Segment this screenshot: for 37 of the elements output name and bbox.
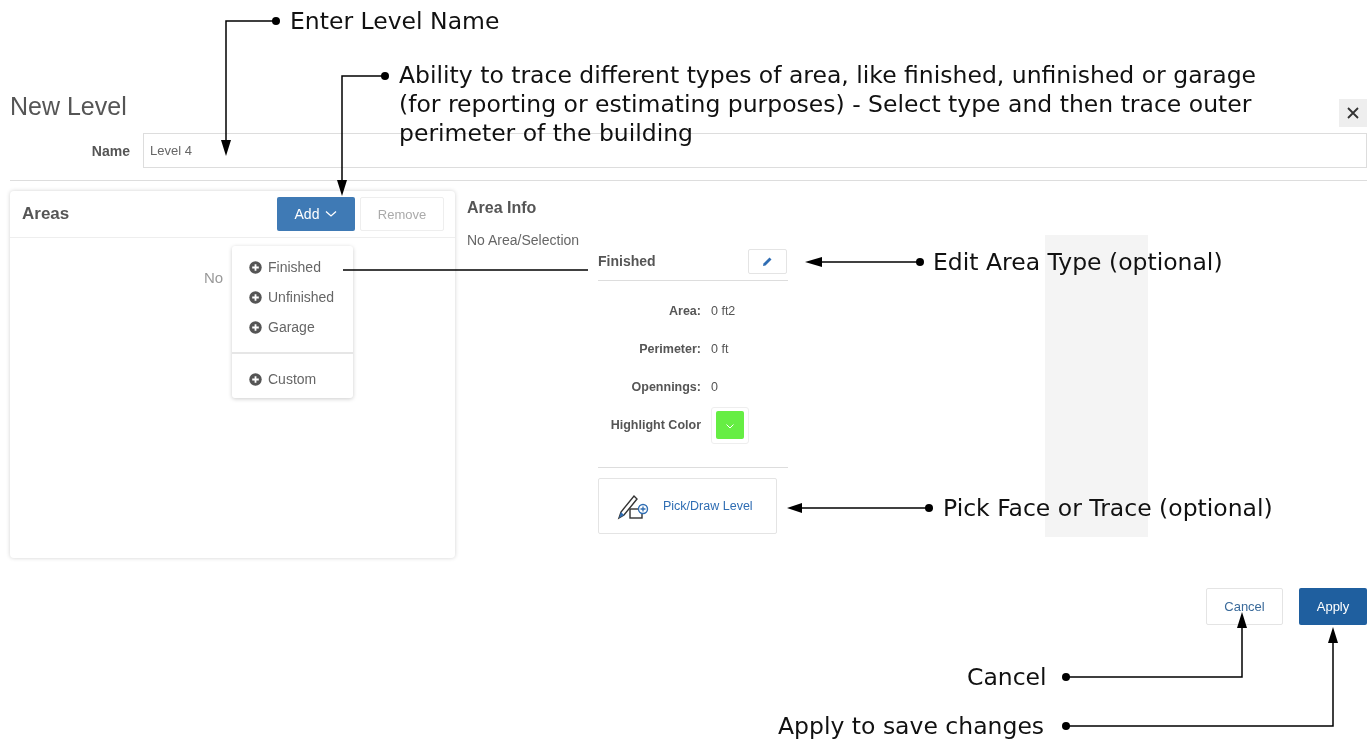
- plus-circle-icon: [249, 320, 262, 334]
- field-value: 0 ft2: [711, 304, 736, 318]
- add-button[interactable]: Add: [277, 197, 355, 231]
- annotation-text: Enter Level Name: [290, 7, 500, 36]
- pencil-icon: [762, 255, 773, 267]
- annotation-text: Edit Area Type (optional): [933, 248, 1223, 277]
- empty-selection-text: No Area/Selection: [467, 232, 581, 248]
- area-type-label: Finished: [598, 253, 656, 269]
- pick-draw-button[interactable]: Pick/Draw Level: [598, 478, 777, 534]
- name-label: Name: [90, 142, 130, 159]
- empty-message: No: [204, 269, 224, 286]
- close-button[interactable]: [1339, 99, 1367, 127]
- field-label: Opennings:: [630, 380, 701, 394]
- field-value: 0 ft: [711, 342, 729, 356]
- menu-item[interactable]: Unfinished: [232, 282, 353, 312]
- dialog-title: New Level: [10, 91, 127, 121]
- cancel-button[interactable]: Cancel: [1206, 588, 1283, 625]
- edit-button[interactable]: [748, 248, 787, 274]
- menu-item[interactable]: Garage: [232, 312, 353, 342]
- annotation-text: Apply to save changes: [778, 712, 1045, 741]
- plus-circle-icon: [249, 372, 262, 386]
- close-icon: [1347, 107, 1359, 119]
- annotation-text: Cancel: [967, 663, 1047, 692]
- chevron-down-icon: [325, 210, 338, 218]
- menu-item[interactable]: Finished: [232, 252, 353, 282]
- plus-circle-icon: [249, 260, 262, 274]
- field-label: Area:: [668, 304, 701, 318]
- menu-item[interactable]: Custom: [232, 364, 353, 394]
- field-value: 0: [711, 380, 718, 394]
- field-label: Perimeter:: [638, 342, 701, 356]
- annotation-text: Pick Face or Trace (optional): [943, 494, 1273, 523]
- field-label: Highlight Color: [609, 418, 701, 432]
- chevron-down-icon: [726, 423, 734, 429]
- area-info-title: Area Info: [467, 199, 538, 217]
- areas-title: Areas: [22, 204, 70, 224]
- plus-circle-icon: [249, 290, 262, 304]
- apply-button[interactable]: Apply: [1299, 588, 1367, 625]
